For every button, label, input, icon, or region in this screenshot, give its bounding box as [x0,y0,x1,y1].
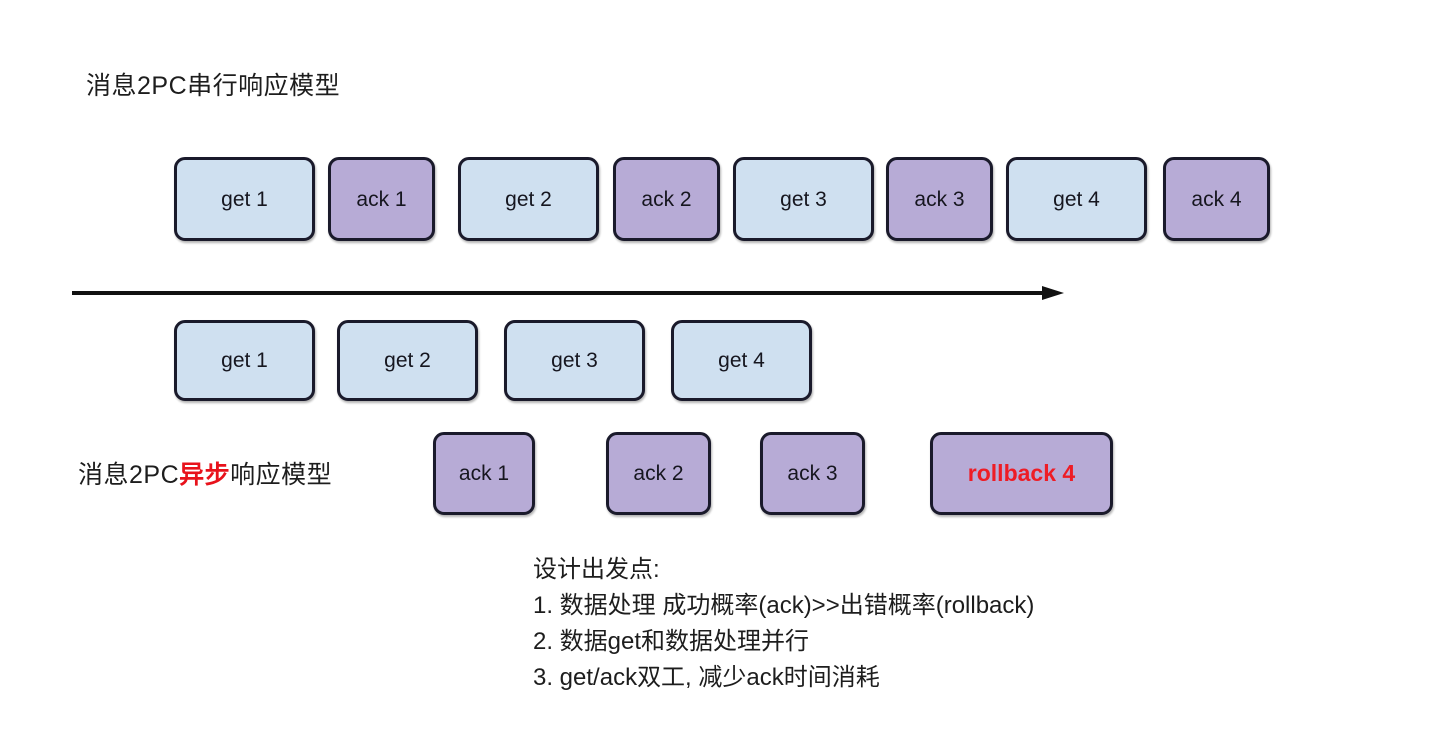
async-ack-node-ack-2[interactable]: ack 2 [606,432,711,515]
diagram-canvas: 消息2PC串行响应模型 get 1 ack 1 get 2 ack 2 get 3 ack… [0,0,1448,756]
async-title-prefix: 消息2PC [78,461,180,489]
serial-node-ack-1[interactable]: ack 1 [328,157,435,241]
arrow-head-icon [1042,286,1064,300]
node-label: ack 3 [787,462,838,485]
node-label: ack 1 [458,462,510,485]
node-label: ack 4 [1191,187,1242,211]
serial-node-get-1[interactable]: get 1 [174,157,315,241]
node-label: get 4 [1053,187,1100,211]
node-label: rollback 4 [967,460,1076,486]
async-get-node-get-3[interactable]: get 3 [504,320,645,401]
node-label: ack 1 [356,187,407,211]
node-label: ack 2 [633,462,684,485]
node-label: get 3 [551,349,598,372]
serial-node-ack-4[interactable]: ack 4 [1163,157,1270,241]
node-label: get 2 [505,187,552,211]
design-notes: 设计出发点: 1. 数据处理 成功概率(ack)>>出错概率(rollback)… [533,552,1034,696]
time-axis-arrow [72,286,1064,300]
serial-node-ack-3[interactable]: ack 3 [886,157,993,241]
async-get-node-get-4[interactable]: get 4 [671,320,812,401]
serial-node-get-4[interactable]: get 4 [1006,157,1147,241]
serial-node-get-2[interactable]: get 2 [458,157,599,241]
async-title-suffix: 响应模型 [230,461,333,489]
async-ack-node-ack-1[interactable]: ack 1 [433,432,535,515]
node-label: ack 2 [641,187,692,211]
node-label: get 1 [221,349,268,372]
async-model-title: 消息2PC异步响应模型 [78,463,332,488]
node-label: ack 3 [914,187,965,211]
serial-node-get-3[interactable]: get 3 [733,157,874,241]
design-note-2: 2. 数据get和数据处理并行 [533,628,810,655]
design-notes-heading: 设计出发点: [533,556,660,583]
async-title-highlight: 异步 [179,461,231,489]
serial-model-title: 消息2PC串行响应模型 [86,72,341,100]
design-note-1: 1. 数据处理 成功概率(ack)>>出错概率(rollback) [533,592,1035,619]
async-get-node-get-1[interactable]: get 1 [174,320,315,401]
async-ack-node-ack-3[interactable]: ack 3 [760,432,865,515]
node-label: get 3 [780,187,827,211]
serial-node-ack-2[interactable]: ack 2 [613,157,720,241]
node-label: get 2 [384,349,431,372]
design-note-3: 3. get/ack双工, 减少ack时间消耗 [533,664,880,691]
node-label: get 4 [718,349,765,372]
node-label: get 1 [221,187,268,211]
async-get-node-get-2[interactable]: get 2 [337,320,478,401]
async-ack-node-rollback-4[interactable]: rollback 4 [930,432,1113,515]
time-axis-line [72,291,1047,295]
